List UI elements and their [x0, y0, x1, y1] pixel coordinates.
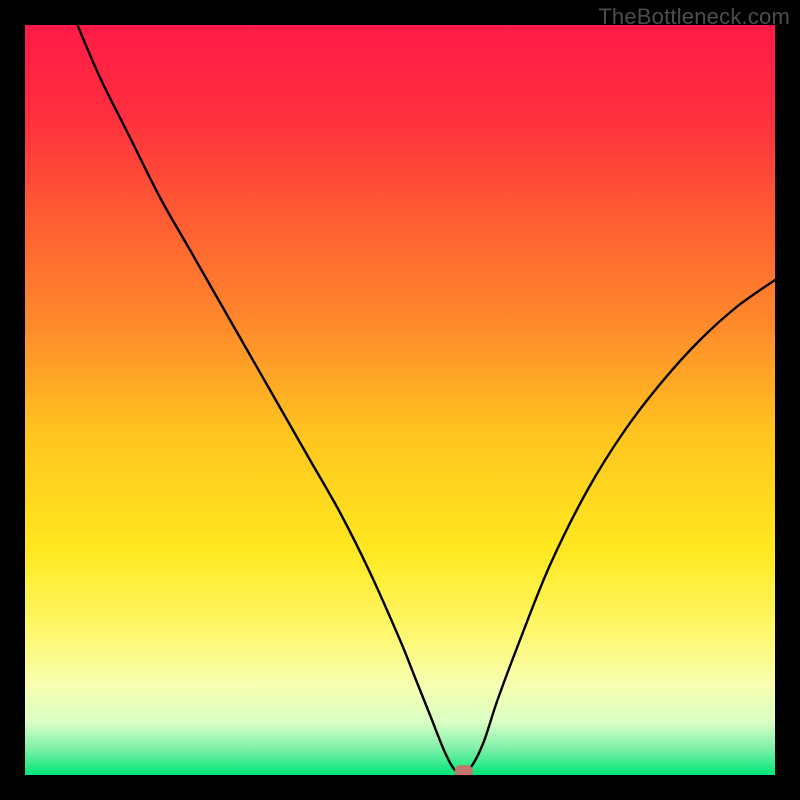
- chart-frame: TheBottleneck.com: [0, 0, 800, 800]
- watermark-text: TheBottleneck.com: [598, 4, 790, 30]
- plot-area: [25, 25, 775, 775]
- gradient-background: [25, 25, 775, 775]
- bottleneck-chart: [25, 25, 775, 775]
- optimal-marker: [455, 765, 473, 775]
